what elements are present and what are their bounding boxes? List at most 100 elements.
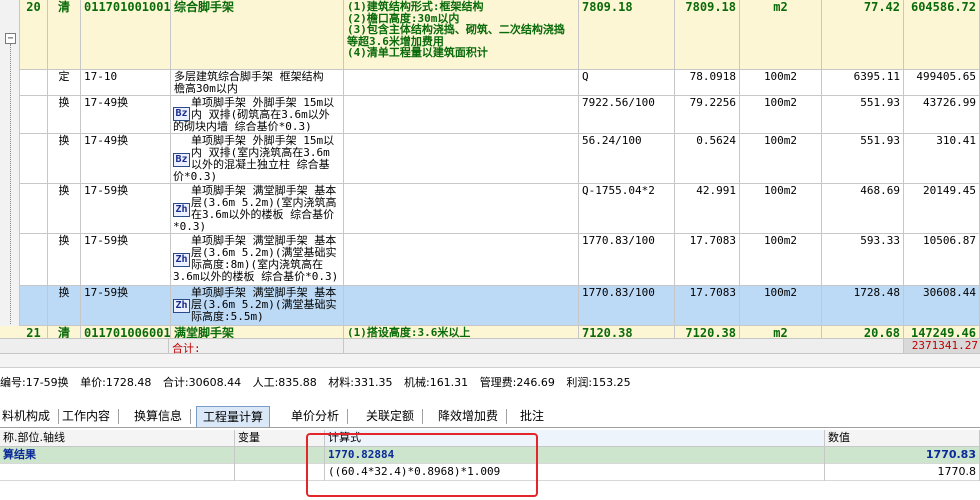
row-total: 310.41 <box>904 134 980 183</box>
row-seq <box>20 70 48 95</box>
row-name[interactable]: 多层建筑综合脚手架 框架结构 檐高30m以内 <box>171 70 344 95</box>
summary-labor: 人工:835.88 <box>252 376 317 389</box>
row-expr[interactable]: Q <box>579 70 675 95</box>
row-seq <box>20 234 48 285</box>
row-seq: 20 <box>20 0 48 69</box>
tab-related-quota[interactable]: 关联定额 <box>360 406 424 427</box>
header-variable: 变量 <box>235 430 325 447</box>
result-value: 1770.83 <box>825 447 980 464</box>
quota-row[interactable]: 换 17-59换 Zh 单项脚手架 满堂脚手架 基本层(3.6m 5.2m)(满… <box>20 234 980 286</box>
detail-variable <box>235 464 325 481</box>
row-desc <box>344 134 579 183</box>
row-desc <box>344 96 579 133</box>
row-seq <box>20 96 48 133</box>
budget-grid: − 20 清 011701001001 综合脚手架 (1)建筑结构形式:框架结构… <box>0 0 980 340</box>
row-desc <box>344 286 579 325</box>
row-total: 499405.65 <box>904 70 980 95</box>
row-price: 468.69 <box>822 184 904 233</box>
row-kind: 换 <box>48 96 81 133</box>
total-value: 2371341.27 <box>904 339 980 353</box>
row-expr[interactable]: 1770.83/100 <box>579 286 675 325</box>
row-code[interactable]: 17-49换 <box>81 96 171 133</box>
row-code[interactable]: 17-49换 <box>81 134 171 183</box>
row-name[interactable]: 综合脚手架 <box>171 0 344 69</box>
row-total: 10506.87 <box>904 234 980 285</box>
row-price: 77.42 <box>822 0 904 69</box>
tab-material-machine[interactable]: 料机构成 <box>0 406 60 427</box>
row-unit: 100m2 <box>740 234 822 285</box>
row-seq <box>20 286 48 325</box>
header-value: 数值 <box>825 430 980 447</box>
tab-efficiency-fee[interactable]: 降效增加费 <box>432 406 508 427</box>
row-total: 30608.44 <box>904 286 980 325</box>
tab-quantity-calc[interactable]: 工程量计算 <box>196 406 271 427</box>
row-qty: 78.0918 <box>675 70 740 95</box>
row-name-cell[interactable]: Bz 单项脚手架 外脚手架 15m以内 双排(室内浇筑高在3.6m以外的混凝土独… <box>171 134 344 183</box>
tab-conversion-info[interactable]: 换算信息 <box>128 406 192 427</box>
tab-notes[interactable]: 批注 <box>514 406 550 427</box>
row-code[interactable]: 17-59换 <box>81 234 171 285</box>
row-code[interactable]: 17-59换 <box>81 184 171 233</box>
row-price: 1728.48 <box>822 286 904 325</box>
row-kind: 换 <box>48 134 81 183</box>
row-expr[interactable]: 56.24/100 <box>579 134 675 183</box>
row-code[interactable]: 011701001001 <box>81 0 171 69</box>
collapse-toggle-icon[interactable]: − <box>5 33 16 44</box>
summary-unit-price: 单价:1728.48 <box>80 376 152 389</box>
result-formula[interactable]: 1770.82884 <box>325 447 825 464</box>
row-code[interactable]: 17-59换 <box>81 286 171 325</box>
tab-price-analysis[interactable]: 单价分析 <box>285 406 349 427</box>
detail-name <box>0 464 235 481</box>
zh-badge-icon: Zh <box>173 203 190 217</box>
row-name-cell[interactable]: Zh 单项脚手架 满堂脚手架 基本层(3.6m 5.2m)(满堂基础实际高度:8… <box>171 234 344 285</box>
row-expr[interactable]: 7809.18 <box>579 0 675 69</box>
row-name: 单项脚手架 外脚手架 15m以内 双排(室内浇筑高在3.6m以外的混凝土独立柱 … <box>173 134 335 183</box>
detail-formula[interactable]: ((60.4*32.4)*0.8968)*1.009 <box>325 464 825 481</box>
divider <box>168 339 169 355</box>
row-expr[interactable]: 1770.83/100 <box>579 234 675 285</box>
row-name-cell[interactable]: Zh 单项脚手架 满堂脚手架 基本层(3.6m 5.2m)(室内浇筑高在3.6m… <box>171 184 344 233</box>
calc-detail-row[interactable]: ((60.4*32.4)*0.8968)*1.009 1770.8 <box>0 464 980 481</box>
row-desc <box>344 70 579 95</box>
row-desc[interactable]: (1)建筑结构形式:框架结构 (2)檐口高度:30m以内 (3)包含主体结构浇捣… <box>344 0 579 69</box>
row-seq <box>20 184 48 233</box>
tab-work-content[interactable]: 工作内容 <box>56 406 120 427</box>
row-price: 593.33 <box>822 234 904 285</box>
row-qty: 42.991 <box>675 184 740 233</box>
quota-row[interactable]: 换 17-49换 Bz 单项脚手架 外脚手架 15m以内 双排(砌筑高在3.6m… <box>20 96 980 134</box>
bill-row[interactable]: 20 清 011701001001 综合脚手架 (1)建筑结构形式:框架结构 (… <box>20 0 980 70</box>
zh-badge-icon: Zh <box>173 253 190 267</box>
quota-row[interactable]: 换 17-59换 Zh 单项脚手架 满堂脚手架 基本层(3.6m 5.2m)(室… <box>20 184 980 234</box>
row-name: 单项脚手架 外脚手架 15m以内 双排(砌筑高在3.6m以外的砌块内墙 综合基价… <box>173 96 335 133</box>
detail-tabs: 料机构成 工作内容 换算信息 工程量计算 单价分析 关联定额 降效增加费 批注 <box>0 404 980 428</box>
row-name: 单项脚手架 满堂脚手架 基本层(3.6m 5.2m)(室内浇筑高在3.6m以外的… <box>173 184 337 233</box>
row-kind: 清 <box>48 0 81 69</box>
row-unit: 100m2 <box>740 184 822 233</box>
row-kind: 定 <box>48 70 81 95</box>
row-name-cell[interactable]: Zh 单项脚手架 满堂脚手架 基本层(3.6m 5.2m)(满堂基础实际高度:5… <box>171 286 344 325</box>
quota-row[interactable]: 换 17-49换 Bz 单项脚手架 外脚手架 15m以内 双排(室内浇筑高在3.… <box>20 134 980 184</box>
divider <box>343 339 344 355</box>
header-formula: 计算式 <box>325 430 825 447</box>
row-expr[interactable]: Q-1755.04*2 <box>579 184 675 233</box>
row-total: 20149.45 <box>904 184 980 233</box>
quota-row[interactable]: 定 17-10 多层建筑综合脚手架 框架结构 檐高30m以内 Q 78.0918… <box>20 70 980 96</box>
row-expr[interactable]: 7922.56/100 <box>579 96 675 133</box>
row-price: 6395.11 <box>822 70 904 95</box>
horizontal-scrollbar[interactable] <box>0 354 980 368</box>
row-total: 604586.72 <box>904 0 980 69</box>
row-price: 551.93 <box>822 96 904 133</box>
summary-machine: 机械:161.31 <box>403 376 469 389</box>
summary-management: 管理费:246.69 <box>479 376 555 389</box>
row-total: 43726.99 <box>904 96 980 133</box>
row-code[interactable]: 17-10 <box>81 70 171 95</box>
row-kind: 换 <box>48 286 81 325</box>
detail-value: 1770.8 <box>825 464 980 481</box>
row-name: 单项脚手架 满堂脚手架 基本层(3.6m 5.2m)(满堂基础实际高度:8m)(… <box>173 234 339 283</box>
row-desc <box>344 234 579 285</box>
calc-result-row[interactable]: 算结果 1770.82884 1770.83 <box>0 447 980 464</box>
row-name-cell[interactable]: Bz 单项脚手架 外脚手架 15m以内 双排(砌筑高在3.6m以外的砌块内墙 综… <box>171 96 344 133</box>
bz-badge-icon: Bz <box>173 107 190 121</box>
selected-quota-row[interactable]: 换 17-59换 Zh 单项脚手架 满堂脚手架 基本层(3.6m 5.2m)(满… <box>20 286 980 326</box>
zh-badge-icon: Zh <box>173 299 190 313</box>
